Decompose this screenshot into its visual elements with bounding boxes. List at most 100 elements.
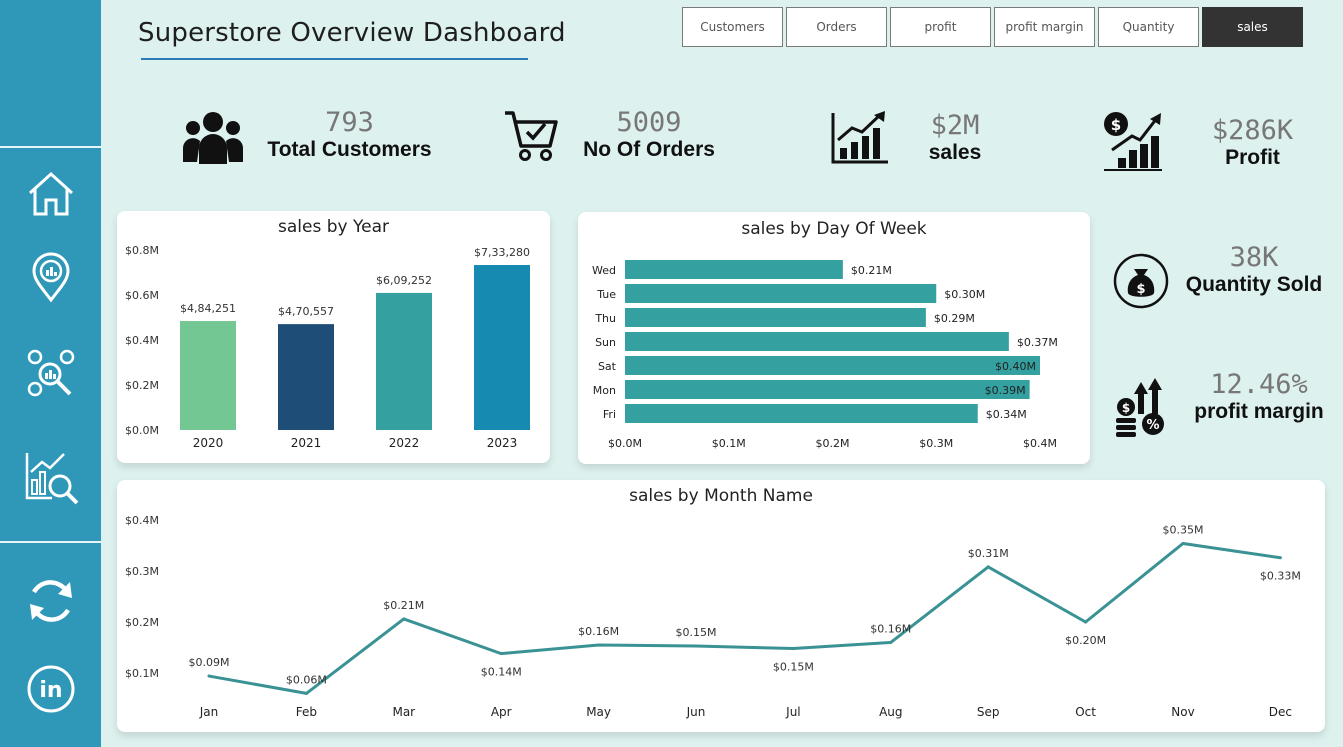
day-category-label: Sun [595, 336, 616, 349]
year-bar [474, 265, 530, 430]
month-category-label: Oct [1075, 705, 1096, 719]
month-category-label: Dec [1269, 705, 1292, 719]
month-data-label: $0.31M [968, 547, 1009, 560]
metric-slicer-bar: Customers Orders profit profit margin Qu… [682, 7, 1306, 47]
year-data-label: $4,70,557 [278, 305, 334, 318]
month-data-label: $0.35M [1163, 523, 1204, 536]
linkedin-icon[interactable]: in [22, 660, 80, 718]
page-title: Superstore Overview Dashboard [138, 18, 566, 48]
month-point [694, 644, 698, 648]
day-category-label: Thu [594, 312, 616, 325]
kpi-sales-label: sales [928, 141, 982, 164]
slicer-quantity[interactable]: Quantity [1098, 7, 1199, 47]
sales-by-year-chart: $0.0M $0.2M $0.4M $0.6M $0.8M $4,84,251 2020 $4… [125, 244, 530, 450]
day-bar [625, 284, 937, 303]
kpi-quantity-value: 38K [1229, 242, 1279, 273]
location-analytics-icon[interactable] [22, 248, 80, 306]
kpi-orders-label: No Of Orders [583, 138, 715, 161]
month-data-label: $0.15M [676, 626, 717, 639]
y-tick-label: $0.6M [125, 289, 159, 302]
slicer-profit[interactable]: profit [890, 7, 991, 47]
sales-by-day-card: sales by Day Of Week $0.0M $0.1M $0.2M $0.3… [578, 212, 1090, 464]
day-bar [625, 260, 843, 279]
month-category-label: Apr [491, 705, 512, 719]
svg-text:in: in [39, 678, 62, 703]
month-point [597, 643, 601, 647]
svg-text:$: $ [1136, 282, 1145, 297]
month-category-label: May [586, 705, 611, 719]
slicer-orders[interactable]: Orders [786, 7, 887, 47]
day-data-label: $0.39M [985, 384, 1026, 397]
month-point [791, 647, 795, 651]
bar-growth-icon [831, 111, 888, 164]
month-point [402, 617, 406, 621]
month-category-label: Nov [1171, 705, 1194, 719]
kpi-quantity-sold: 38K Quantity Sold [1184, 242, 1324, 297]
y-tick-label: $0.2M [125, 379, 159, 392]
y-tick-label: $0.2M [125, 616, 159, 629]
kpi-profit-value: $286K [1211, 115, 1294, 146]
day-bar [625, 332, 1009, 351]
month-category-label: Feb [296, 705, 317, 719]
month-data-label: $0.21M [383, 599, 424, 612]
month-data-label: $0.16M [578, 625, 619, 638]
slicer-customers[interactable]: Customers [682, 7, 783, 47]
people-search-icon[interactable] [22, 345, 80, 403]
day-data-label: $0.40M [995, 360, 1036, 373]
year-category-label: 2020 [193, 436, 224, 450]
sidebar: in [0, 0, 101, 747]
year-bar [376, 292, 432, 430]
coins-percent-icon: $ % [1116, 378, 1164, 437]
cart-icon [505, 111, 558, 161]
title-underline [141, 58, 528, 60]
y-tick-label: $0.0M [125, 424, 159, 437]
month-data-label: $0.09M [189, 656, 230, 669]
month-point [207, 674, 211, 678]
y-tick-label: $0.1M [125, 667, 159, 680]
month-data-label: $0.15M [773, 661, 814, 674]
month-data-label: $0.06M [286, 673, 327, 686]
month-data-label: $0.33M [1260, 570, 1301, 583]
sidebar-divider [0, 541, 101, 543]
x-tick-label: $0.0M [608, 437, 642, 450]
day-bar [625, 356, 1040, 375]
month-point [889, 640, 893, 644]
x-tick-label: $0.4M [1023, 437, 1057, 450]
month-series-line [208, 541, 1281, 695]
day-data-label: $0.30M [944, 288, 985, 301]
month-category-label: Jan [199, 705, 219, 719]
svg-text:%: % [1146, 418, 1159, 433]
y-tick-label: $0.4M [125, 334, 159, 347]
kpi-customers-value: 793 [325, 107, 374, 138]
day-data-label: $0.29M [934, 312, 975, 325]
svg-text:$: $ [1111, 116, 1121, 134]
day-category-label: Mon [593, 384, 616, 397]
month-category-label: Mar [392, 705, 415, 719]
year-category-label: 2021 [291, 436, 322, 450]
people-icon [183, 112, 243, 164]
month-point [986, 565, 990, 569]
day-data-label: $0.21M [851, 264, 892, 277]
chart-search-icon[interactable] [22, 448, 80, 506]
day-data-label: $0.34M [986, 408, 1027, 421]
day-bar [625, 308, 926, 327]
home-icon[interactable] [22, 166, 80, 224]
kpi-total-customers: 793 Total Customers [262, 107, 437, 162]
x-tick-label: $0.2M [816, 437, 850, 450]
day-bar [625, 380, 1030, 399]
year-category-label: 2022 [389, 436, 420, 450]
day-category-label: Fri [603, 408, 616, 421]
month-data-label: $0.14M [481, 666, 522, 679]
sales-by-year-card: sales by Year $0.0M $0.2M $0.4M $0.6M $0.8M $… [117, 211, 550, 463]
sales-by-day-chart: $0.0M $0.1M $0.2M $0.3M $0.4M Wed $0.21M Tue $0.… [592, 260, 1058, 450]
slicer-profit-margin[interactable]: profit margin [994, 7, 1095, 47]
kpi-sales: $2M sales [905, 110, 1005, 165]
kpi-no-of-orders: 5009 No Of Orders [570, 107, 728, 162]
month-data-label: $0.20M [1065, 634, 1106, 647]
dollar-growth-icon: $ [1104, 112, 1162, 171]
month-category-label: Jun [686, 705, 706, 719]
y-tick-label: $0.3M [125, 565, 159, 578]
sidebar-top-block [0, 0, 101, 148]
slicer-sales[interactable]: sales [1202, 7, 1303, 47]
refresh-icon[interactable] [22, 572, 80, 630]
